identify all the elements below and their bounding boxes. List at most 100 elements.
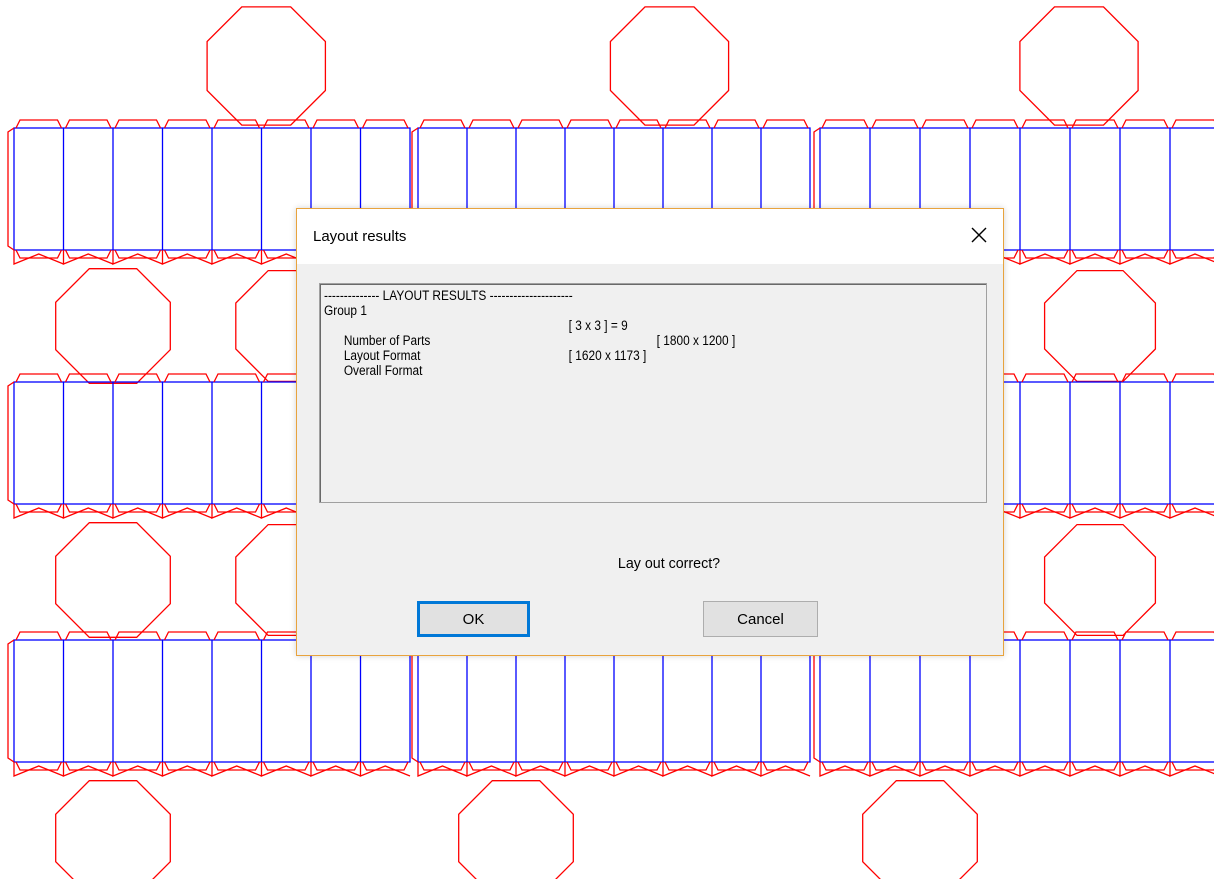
top-flap (15, 119, 63, 129)
bottom-dust-flap (711, 762, 762, 777)
glue-flap (7, 127, 15, 251)
cancel-button[interactable]: Cancel (703, 601, 818, 637)
bottom-dust-flap (1169, 504, 1214, 519)
overall-format-value: [ 1620 x 1173 ] (568, 348, 647, 363)
confirmation-question: Lay out correct? (617, 555, 721, 572)
top-flap (262, 119, 310, 129)
bottom-dust-flap (1119, 762, 1171, 777)
bottom-dust-flap (112, 504, 163, 519)
top-flap (114, 373, 162, 383)
top-flap (566, 119, 613, 129)
bottom-dust-flap (62, 250, 114, 265)
bottom-dust-flap (1169, 250, 1214, 265)
bottom-dust-flap (13, 762, 64, 777)
bottom-dust-flap (564, 762, 615, 777)
top-flap (1171, 373, 1214, 383)
octagon-base (458, 780, 574, 879)
top-flap (163, 119, 211, 129)
bottom-dust-flap (919, 762, 971, 777)
bottom-dust-flap (1119, 250, 1171, 265)
bottom-dust-flap (211, 762, 262, 777)
top-flap (312, 119, 360, 129)
bottom-dust-flap (1069, 762, 1121, 777)
results-group: Group 1 (324, 303, 367, 318)
top-flap (1171, 119, 1214, 129)
top-flap (213, 373, 261, 383)
top-flap (1071, 119, 1119, 129)
results-row-overall-format: Overall Format [ 1620 x 1173 ] (324, 348, 903, 378)
bottom-dust-flap (515, 762, 566, 777)
bottom-dust-flap (260, 762, 312, 777)
top-flap (64, 119, 112, 129)
octagon-lid (609, 6, 730, 126)
top-flap (762, 119, 809, 129)
layout-format-value: [ 1800 x 1200 ] (656, 333, 736, 348)
close-icon[interactable] (965, 221, 993, 249)
bottom-dust-flap (112, 762, 163, 777)
octagon-base (55, 268, 171, 384)
bottom-dust-flap (1069, 250, 1121, 265)
top-flap (15, 373, 63, 383)
octagon-lid (206, 6, 327, 126)
top-flap (971, 119, 1019, 129)
top-flap (517, 119, 564, 129)
bottom-dust-flap (112, 250, 163, 265)
top-flap (1021, 373, 1069, 383)
top-flap (1021, 119, 1069, 129)
ok-button[interactable]: OK (417, 601, 530, 637)
bottom-dust-flap (161, 504, 213, 519)
bottom-dust-flap (310, 762, 361, 777)
bottom-dust-flap (466, 762, 517, 777)
top-flap (664, 119, 711, 129)
bottom-dust-flap (211, 250, 262, 265)
top-flap (921, 119, 969, 129)
dialog-title: Layout results (313, 228, 407, 245)
bottom-dust-flap (969, 762, 1021, 777)
top-flap (1121, 119, 1169, 129)
bottom-dust-flap (161, 250, 213, 265)
bottom-dust-flap (1119, 504, 1171, 519)
top-flap (213, 119, 261, 129)
bottom-flap (1171, 761, 1214, 771)
glue-flap (813, 639, 821, 763)
bottom-dust-flap (13, 504, 64, 519)
bottom-flap (1171, 249, 1214, 259)
top-flap (163, 631, 211, 641)
octagon-base (1043, 523, 1157, 637)
bottom-dust-flap (417, 762, 468, 777)
top-flap (213, 631, 261, 641)
bottom-dust-flap (1169, 762, 1214, 777)
top-flap (468, 119, 515, 129)
top-flap (64, 373, 112, 383)
top-flap (1171, 631, 1214, 641)
dialog-titlebar[interactable]: Layout results (297, 209, 1003, 264)
bottom-dust-flap (1069, 504, 1121, 519)
octagon-base (862, 780, 978, 879)
glue-flap (411, 639, 419, 763)
bottom-flap (1171, 503, 1214, 513)
bottom-dust-flap (62, 504, 114, 519)
bottom-dust-flap (662, 762, 713, 777)
top-flap (419, 119, 466, 129)
bottom-dust-flap (869, 762, 921, 777)
octagon-base (55, 522, 171, 638)
bottom-dust-flap (359, 762, 411, 777)
bottom-dust-flap (211, 504, 262, 519)
bottom-dust-flap (13, 250, 64, 265)
top-flap (1021, 631, 1069, 641)
bottom-dust-flap (62, 762, 114, 777)
crease-body (819, 639, 1214, 763)
layout-results-textbox[interactable]: -------------- LAYOUT RESULTS ----------… (319, 283, 987, 503)
results-header: -------------- LAYOUT RESULTS ----------… (324, 288, 573, 303)
parts-value: [ 3 x 3 ] = 9 (568, 318, 628, 333)
top-flap (15, 631, 63, 641)
glue-flap (7, 381, 15, 505)
bottom-dust-flap (1019, 504, 1071, 519)
top-flap (871, 119, 919, 129)
octagon-base (1043, 269, 1157, 383)
results-row-layout-format: Layout Format [ 1800 x 1200 ] (324, 333, 903, 363)
top-flap (821, 119, 869, 129)
top-flap (163, 373, 211, 383)
octagon-lid (1019, 6, 1139, 126)
top-flap (713, 119, 760, 129)
